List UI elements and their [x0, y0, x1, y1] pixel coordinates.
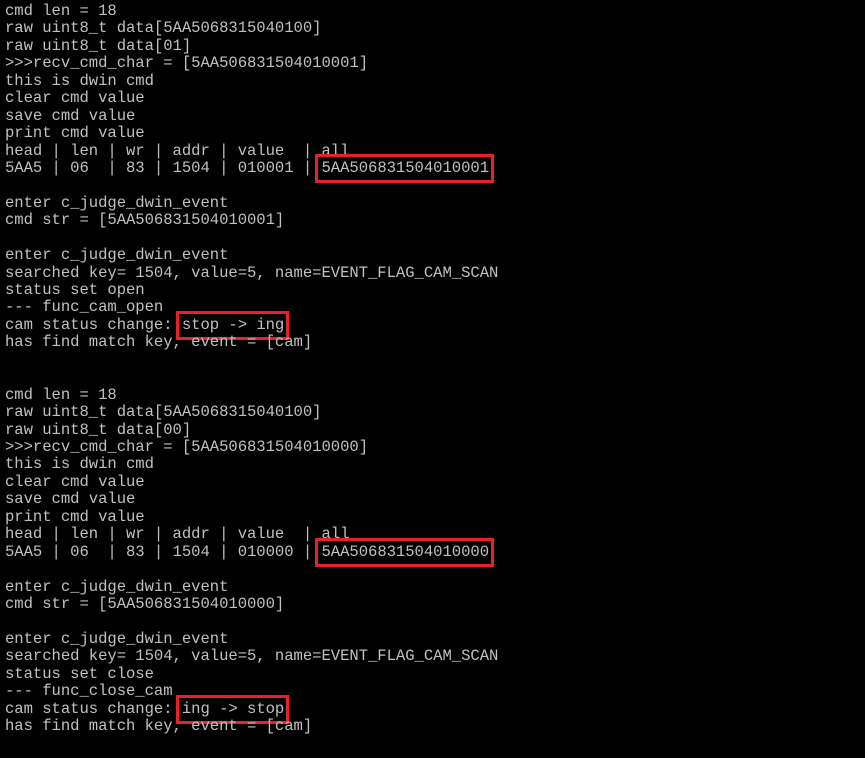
terminal-line: 5AA5 | 06 | 83 | 1504 | 010000 | 5AA5068… — [5, 542, 490, 561]
terminal-line: searched key= 1504, value=5, name=EVENT_… — [5, 263, 499, 282]
line-text: save cmd value — [5, 490, 136, 509]
highlighted-text: ing -> stop — [181, 699, 285, 718]
line-text: raw uint8_t data[00] — [5, 420, 192, 439]
terminal-line: enter c_judge_dwin_event — [5, 193, 229, 212]
line-text: enter c_judge_dwin_event — [5, 629, 229, 648]
line-text: cam status change: — [5, 315, 182, 334]
terminal-line: cam status change: ing -> stop — [5, 699, 285, 718]
line-text: enter c_judge_dwin_event — [5, 193, 229, 212]
line-text: save cmd value — [5, 106, 136, 125]
terminal-line: head | len | wr | addr | value | all — [5, 141, 350, 160]
terminal-line: head | len | wr | addr | value | all — [5, 525, 350, 544]
line-text: searched key= 1504, value=5, name=EVENT_… — [5, 263, 499, 282]
terminal-line: raw uint8_t data[5AA5068315040100] — [5, 19, 322, 38]
line-text: raw uint8_t data[5AA5068315040100] — [5, 403, 322, 422]
line-text: status set open — [5, 281, 145, 300]
terminal-line: cam status change: stop -> ing — [5, 315, 285, 334]
line-text: has find match key, event = [cam] — [5, 333, 313, 352]
line-text: head | len | wr | addr | value | all — [5, 141, 350, 160]
line-text: --- func_cam_open — [5, 298, 164, 317]
terminal-line: cmd len = 18 — [5, 2, 117, 20]
line-text: head | len | wr | addr | value | all — [5, 525, 350, 544]
terminal-line: --- func_close_cam — [5, 682, 173, 701]
line-text: raw uint8_t data[5AA5068315040100] — [5, 19, 322, 38]
terminal-output: cmd len = 18 raw uint8_t data[5AA50683150… — [0, 0, 865, 758]
terminal-line: status set close — [5, 664, 154, 683]
terminal-line: this is dwin cmd — [5, 456, 154, 473]
terminal-line: enter c_judge_dwin_event — [5, 629, 229, 648]
terminal-line: searched key= 1504, value=5, name=EVENT_… — [5, 648, 498, 665]
line-text: cmd str = [5AA506831504010000] — [5, 594, 285, 613]
line-text: status set close — [5, 664, 154, 683]
line-text: raw uint8_t data[01] — [5, 36, 192, 55]
line-text: cam status change: — [5, 699, 182, 718]
terminal-line: raw uint8_t data[5AA5068315040100] — [5, 403, 322, 422]
line-text: cmd str = [5AA506831504010001] — [5, 211, 285, 230]
terminal-line: --- func_cam_open — [5, 299, 163, 316]
terminal-line: raw uint8_t data[01] — [5, 36, 192, 55]
terminal-line: this is dwin cmd — [5, 71, 154, 90]
terminal-line: raw uint8_t data[00] — [5, 420, 192, 439]
terminal-line: cmd str = [5AA506831504010000] — [5, 594, 285, 613]
terminal-line: save cmd value — [5, 491, 135, 508]
line-text: print cmd value — [5, 507, 145, 526]
line-text: 5AA5 | 06 | 83 | 1504 | 010001 | — [5, 158, 322, 177]
terminal-line: has find match key, event = [cam] — [5, 334, 312, 351]
terminal-line: clear cmd value — [5, 472, 145, 491]
highlighted-text: 5AA506831504010000 — [321, 542, 490, 561]
line-text: this is dwin cmd — [5, 71, 154, 90]
line-text: enter c_judge_dwin_event — [5, 246, 229, 265]
terminal-line: cmd str = [5AA506831504010001] — [5, 212, 284, 229]
terminal-line: clear cmd value — [5, 89, 145, 108]
line-text: has find match key, event = [cam] — [5, 717, 313, 736]
line-text: enter c_judge_dwin_event — [5, 577, 229, 596]
line-text: clear cmd value — [5, 472, 145, 491]
terminal-line: enter c_judge_dwin_event — [5, 577, 229, 596]
line-text: --- func_close_cam — [5, 682, 173, 701]
line-text: >>>recv_cmd_char = [5AA506831504010000] — [5, 438, 369, 456]
line-text: >>>recv_cmd_char = [5AA506831504010001] — [5, 54, 369, 73]
terminal-line: print cmd value — [5, 124, 145, 143]
line-text: print cmd value — [5, 124, 145, 143]
highlighted-text: stop -> ing — [181, 315, 285, 334]
terminal-line: save cmd value — [5, 106, 136, 125]
terminal-line: cmd len = 18 — [5, 385, 117, 404]
terminal-line: status set open — [5, 281, 145, 300]
terminal-line: >>>recv_cmd_char = [5AA506831504010000] — [5, 438, 369, 456]
line-text: 5AA5 | 06 | 83 | 1504 | 010000 | — [5, 542, 322, 561]
line-text: searched key= 1504, value=5, name=EVENT_… — [5, 647, 499, 666]
terminal-line: enter c_judge_dwin_event — [5, 246, 229, 265]
line-text: this is dwin cmd — [5, 455, 154, 474]
terminal-line: print cmd value — [5, 507, 145, 526]
highlighted-text: 5AA506831504010001 — [321, 158, 490, 177]
line-text: clear cmd value — [5, 89, 145, 108]
terminal-line: has find match key, event = [cam] — [5, 717, 313, 736]
terminal-line: 5AA5 | 06 | 83 | 1504 | 010001 | 5AA5068… — [5, 158, 490, 177]
line-text: cmd len = 18 — [5, 2, 117, 20]
line-text: cmd len = 18 — [5, 385, 117, 404]
terminal-line: >>>recv_cmd_char = [5AA506831504010001] — [5, 55, 368, 72]
